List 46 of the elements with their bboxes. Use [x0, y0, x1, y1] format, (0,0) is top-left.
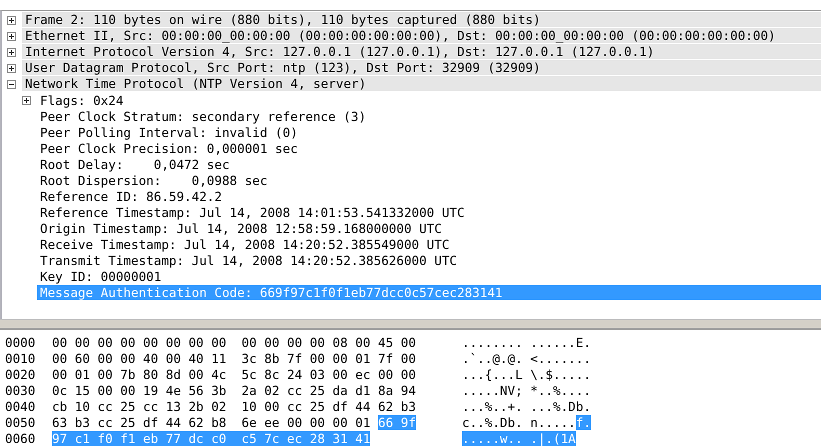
offset-text: 0000 [5, 334, 36, 350]
offset-text: 0060 [5, 430, 36, 446]
hex-bytes: 0c 15 00 00 19 4e 56 3b 2a 02 cc 25 da d1 8a 94 [52, 382, 416, 398]
collapse-icon[interactable] [7, 80, 16, 88]
offset-text: 0030 [5, 382, 36, 398]
hex-bytes: cb 10 cc 25 cc 13 2b 02 10 00 cc 25 df 44 62 b3 [52, 398, 416, 414]
offset-text: 0010 [5, 350, 36, 366]
expand-icon[interactable] [7, 32, 16, 40]
tree-item[interactable]: Origin Timestamp: Jul 14, 2008 12:58:59.168000000 UTC [37, 220, 821, 236]
hex-bytes: 97 c1 f0 f1 eb 77 dc c0 c5 7c ec 28 31 41 [52, 430, 370, 446]
tree-item[interactable]: Peer Clock Stratum: secondary reference (3) [37, 108, 821, 124]
offset-text: 0020 [5, 366, 36, 382]
expand-icon[interactable] [22, 96, 31, 104]
tree-item[interactable]: Network Time Protocol (NTP Version 4, server) [22, 76, 821, 92]
ascii-text: .`..@.@. <....... [462, 350, 591, 366]
tree-item[interactable]: User Datagram Protocol, Src Port: ntp (123), Dst Port: 32909 (32909) [22, 60, 821, 76]
tree-item[interactable]: Root Dispersion: 0,0988 sec [37, 172, 821, 188]
tree-item[interactable]: Receive Timestamp: Jul 14, 2008 14:20:52.385549000 UTC [37, 236, 821, 252]
ascii-text: ...{...L \.$..... [462, 366, 591, 382]
hex-bytes: 00 01 00 7b 80 8d 00 4c 5c 8c 24 03 00 ec 00 00 [52, 366, 416, 382]
expand-icon[interactable] [7, 16, 16, 24]
ascii-text: ........ ......E. [462, 334, 591, 350]
hex-bytes: 63 b3 cc 25 df 44 62 b8 6e ee 00 00 00 01 [52, 414, 370, 430]
tree-item[interactable]: Frame 2: 110 bytes on wire (880 bits), 110 bytes captured (880 bits) [22, 12, 821, 28]
tree-item[interactable]: Internet Protocol Version 4, Src: 127.0.0.1 (127.0.0.1), Dst: 127.0.0.1 (127.0.0.1) [22, 44, 821, 60]
ascii-text: c..%.Db. n..... [462, 414, 576, 430]
tree-item[interactable]: Key ID: 00000001 [37, 268, 821, 284]
tree-item[interactable]: Flags: 0x24 [37, 92, 821, 108]
hex-bytes: 00 60 00 00 40 00 40 11 3c 8b 7f 00 00 01 7f 00 [52, 350, 416, 366]
ascii-text: f. [576, 414, 591, 430]
tree-item[interactable]: Reference ID: 86.59.42.2 [37, 188, 821, 204]
offset-text: 0050 [5, 414, 36, 430]
tree-item[interactable]: Root Delay: 0,0472 sec [37, 156, 821, 172]
expand-icon[interactable] [7, 48, 16, 56]
offset-text: 0040 [5, 398, 36, 414]
ascii-text: .....w.. .|.(1A [462, 430, 576, 446]
tree-item[interactable]: Reference Timestamp: Jul 14, 2008 14:01:53.541332000 UTC [37, 204, 821, 220]
ascii-text: .....NV; *..%.... [462, 382, 591, 398]
hex-bytes: 66 9f [378, 414, 416, 430]
tree-item[interactable]: Transmit Timestamp: Jul 14, 2008 14:20:52.385626000 UTC [37, 252, 821, 268]
tree-item[interactable]: Peer Polling Interval: invalid (0) [37, 124, 821, 140]
hex-bytes: 00 00 00 00 00 00 00 00 00 00 00 00 08 00 45 00 [52, 334, 416, 350]
tree-item[interactable]: Ethernet II, Src: 00:00:00_00:00:00 (00:00:00:00:00:00), Dst: 00:00:00_00:00:00 (00:00:00:00:00:00) [22, 28, 821, 44]
expand-icon[interactable] [7, 64, 16, 72]
tree-item[interactable]: Peer Clock Precision: 0,000001 sec [37, 140, 821, 156]
ascii-text: ...%..+. ...%.Db. [462, 398, 591, 414]
